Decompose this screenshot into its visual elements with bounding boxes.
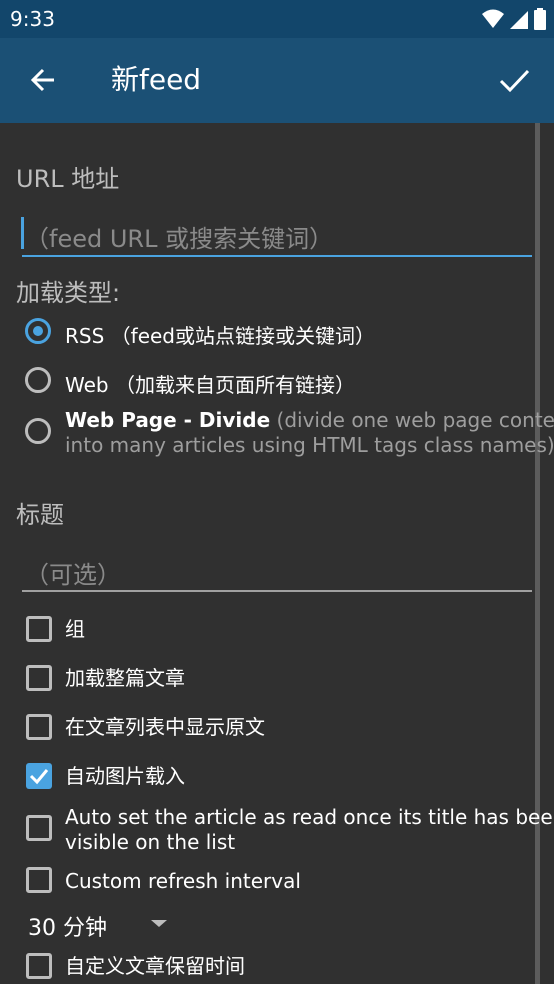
dropdown-arrow-icon (151, 920, 167, 927)
check-icon (29, 769, 49, 785)
checkbox-label: 组 (65, 617, 85, 641)
radio-rss-label: RSS （feed或站点链接或关键词） (65, 320, 375, 349)
wifi-icon (482, 9, 504, 28)
app-bar: 新feed (0, 38, 554, 123)
checkmark-icon[interactable] (494, 60, 534, 100)
title-placeholder: （可选） (25, 561, 121, 589)
checkbox[interactable] (26, 714, 52, 740)
text-cursor (21, 217, 24, 249)
refresh-interval-value: 30 分钟 (28, 916, 107, 941)
radio-divide-desc-line2: into many articles using HTML tags class… (65, 433, 554, 457)
checkbox[interactable] (26, 953, 52, 979)
back-arrow-icon[interactable] (24, 60, 64, 100)
radio-divide-label-line1: Web Page - Divide (divide one web page c… (65, 408, 554, 432)
checkbox-label: 自定义文章保留时间 (65, 954, 245, 978)
url-input-underline (22, 255, 532, 257)
checkbox[interactable] (26, 867, 52, 893)
signal-icon (510, 11, 528, 29)
status-time: 9:33 (10, 7, 55, 31)
checkbox-label-line2: visible on the list (65, 830, 236, 854)
checkbox-label: Custom refresh interval (65, 869, 301, 893)
radio-rss-desc: （feed或站点链接或关键词） (110, 324, 376, 348)
title-input-underline (22, 590, 532, 592)
checkbox[interactable] (26, 815, 52, 841)
radio-button[interactable] (25, 418, 51, 444)
radio-divide-desc-line1: (divide one web page content (276, 408, 554, 432)
page-title: 新feed (111, 63, 202, 96)
url-label: URL 地址 (16, 165, 120, 193)
battery-icon (534, 8, 546, 30)
radio-button[interactable] (25, 367, 51, 393)
checkbox[interactable] (26, 763, 52, 789)
scrollbar[interactable] (535, 123, 540, 984)
radio-divide-title: Web Page - Divide (65, 408, 271, 432)
title-label: 标题 (16, 501, 64, 529)
radio-divide-label-line2: into many articles using HTML tags class… (65, 433, 554, 457)
checkbox[interactable] (26, 665, 52, 691)
url-placeholder: （feed URL 或搜索关键词） (25, 225, 334, 253)
load-type-label: 加载类型: (16, 279, 121, 307)
checkbox-label: 在文章列表中显示原文 (65, 715, 265, 739)
status-bar: 9:33 (0, 0, 554, 38)
checkbox-label: 自动图片载入 (65, 764, 185, 788)
radio-button[interactable] (25, 318, 51, 344)
status-icons (482, 8, 546, 30)
radio-web-desc: （加载来自页面所有链接） (114, 373, 355, 397)
radio-web-title: Web (65, 373, 109, 397)
radio-rss-title: RSS (65, 324, 105, 348)
radio-web-label: Web （加载来自页面所有链接） (65, 369, 355, 398)
checkbox-label: 加载整篇文章 (65, 666, 185, 690)
checkbox[interactable] (26, 616, 52, 642)
checkbox-label-line1: Auto set the article as read once its ti… (65, 805, 554, 829)
form-content: URL 地址 （feed URL 或搜索关键词） 加载类型: RSS （feed… (0, 123, 554, 984)
